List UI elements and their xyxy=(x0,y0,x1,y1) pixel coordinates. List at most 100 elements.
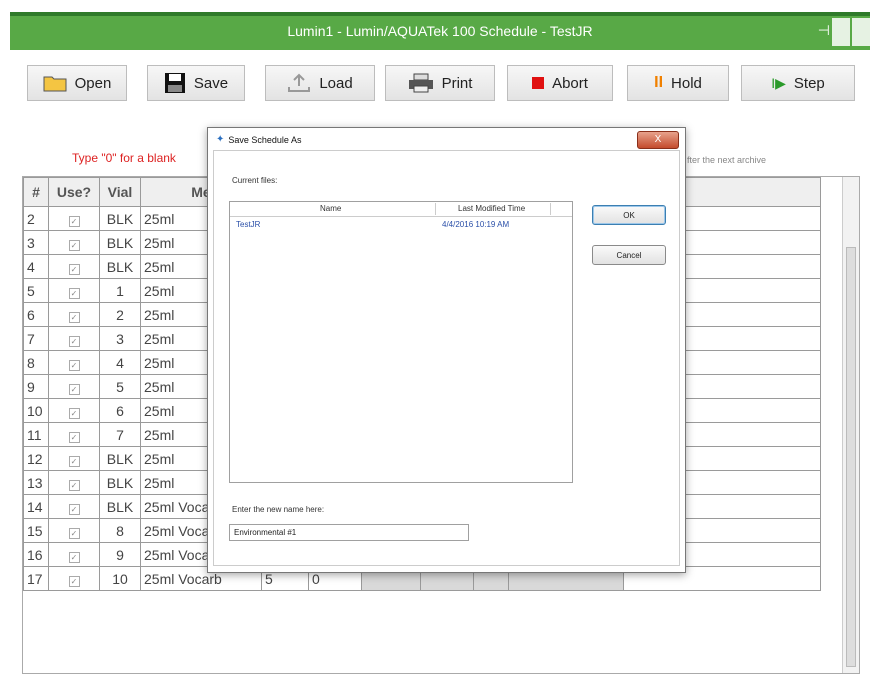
use-checkbox[interactable]: ✓ xyxy=(48,206,100,231)
upload-icon xyxy=(288,73,311,92)
checkbox-icon[interactable]: ✓ xyxy=(68,239,80,251)
vial-cell[interactable]: 2 xyxy=(99,302,141,327)
load-label: Load xyxy=(319,74,353,92)
load-button[interactable]: Load xyxy=(265,65,375,101)
vial-cell[interactable]: 8 xyxy=(99,518,141,543)
ok-button[interactable]: OK xyxy=(592,205,666,225)
use-checkbox[interactable]: ✓ xyxy=(48,566,100,591)
use-checkbox[interactable]: ✓ xyxy=(48,518,100,543)
vial-cell[interactable]: 1 xyxy=(99,278,141,303)
use-checkbox[interactable]: ✓ xyxy=(48,398,100,423)
vial-cell[interactable]: 9 xyxy=(99,542,141,567)
checkbox-icon[interactable]: ✓ xyxy=(68,455,80,467)
vial-cell[interactable]: BLK xyxy=(99,230,141,255)
row-number[interactable]: 16 xyxy=(23,542,49,567)
column-separator xyxy=(435,203,436,215)
vial-cell[interactable]: BLK xyxy=(99,254,141,279)
dialog-body: Current files: Name Last Modified Time T… xyxy=(213,150,680,566)
row-number[interactable]: 6 xyxy=(23,302,49,327)
use-checkbox[interactable]: ✓ xyxy=(48,278,100,303)
close-window-button[interactable] xyxy=(852,18,870,46)
checkbox-icon[interactable]: ✓ xyxy=(68,383,80,395)
step-button[interactable]: I▶ Step xyxy=(741,65,855,101)
row-number[interactable]: 5 xyxy=(23,278,49,303)
print-label: Print xyxy=(441,74,473,92)
checkbox-icon[interactable]: ✓ xyxy=(68,215,80,227)
checkbox-icon[interactable]: ✓ xyxy=(68,335,80,347)
save-label: Save xyxy=(193,74,229,92)
vial-cell[interactable]: BLK xyxy=(99,206,141,231)
row-number[interactable]: 2 xyxy=(23,206,49,231)
vial-cell[interactable]: 5 xyxy=(99,374,141,399)
checkbox-icon[interactable]: ✓ xyxy=(68,287,80,299)
save-button[interactable]: Save xyxy=(147,65,245,101)
current-files-label: Current files: xyxy=(232,176,278,185)
use-checkbox[interactable]: ✓ xyxy=(48,470,100,495)
row-number[interactable]: 4 xyxy=(23,254,49,279)
checkbox-icon[interactable]: ✓ xyxy=(68,431,80,443)
use-checkbox[interactable]: ✓ xyxy=(48,326,100,351)
vial-cell[interactable]: 7 xyxy=(99,422,141,447)
vial-cell[interactable]: 4 xyxy=(99,350,141,375)
row-number[interactable]: 12 xyxy=(23,446,49,471)
row-number[interactable]: 11 xyxy=(23,422,49,447)
row-number[interactable]: 14 xyxy=(23,494,49,519)
scrollbar-thumb[interactable] xyxy=(846,247,856,667)
modified-column-header[interactable]: Last Modified Time xyxy=(458,204,525,213)
printer-icon xyxy=(408,73,433,93)
checkbox-icon[interactable]: ✓ xyxy=(68,359,80,371)
file-row[interactable]: TestJR 4/4/2016 10:19 AM xyxy=(230,220,572,234)
checkbox-icon[interactable]: ✓ xyxy=(68,527,80,539)
checkbox-icon[interactable]: ✓ xyxy=(68,575,80,587)
checkbox-icon[interactable]: ✓ xyxy=(68,551,80,563)
window-title: Lumin1 - Lumin/AQUATek 100 Schedule - Te… xyxy=(287,23,593,39)
print-button[interactable]: Print xyxy=(385,65,495,101)
vertical-scrollbar[interactable] xyxy=(842,177,859,673)
row-number[interactable]: 8 xyxy=(23,350,49,375)
row-number[interactable]: 13 xyxy=(23,470,49,495)
use-checkbox[interactable]: ✓ xyxy=(48,494,100,519)
use-checkbox[interactable]: ✓ xyxy=(48,230,100,255)
checkbox-icon[interactable]: ✓ xyxy=(68,263,80,275)
hold-label: Hold xyxy=(671,74,702,92)
use-checkbox[interactable]: ✓ xyxy=(48,254,100,279)
cancel-button[interactable]: Cancel xyxy=(592,245,666,265)
use-checkbox[interactable]: ✓ xyxy=(48,446,100,471)
new-name-input[interactable] xyxy=(229,524,469,541)
row-number[interactable]: 7 xyxy=(23,326,49,351)
pin-icon[interactable]: ⊣ xyxy=(818,22,830,39)
checkbox-icon[interactable]: ✓ xyxy=(68,311,80,323)
vial-cell[interactable]: BLK xyxy=(99,494,141,519)
app-logo-icon: ✦ xyxy=(216,134,225,145)
use-checkbox[interactable]: ✓ xyxy=(48,374,100,399)
abort-button[interactable]: Abort xyxy=(507,65,613,101)
open-button[interactable]: Open xyxy=(27,65,127,101)
col-header-num: # xyxy=(23,177,49,207)
vial-cell[interactable]: BLK xyxy=(99,446,141,471)
dialog-close-button[interactable]: X xyxy=(637,131,679,149)
row-number[interactable]: 3 xyxy=(23,230,49,255)
file-modified-time: 4/4/2016 10:19 AM xyxy=(442,220,510,229)
vial-cell[interactable]: 3 xyxy=(99,326,141,351)
row-number[interactable]: 15 xyxy=(23,518,49,543)
minimize-button[interactable] xyxy=(832,18,850,46)
row-number[interactable]: 17 xyxy=(23,566,49,591)
use-checkbox[interactable]: ✓ xyxy=(48,422,100,447)
checkbox-icon[interactable]: ✓ xyxy=(68,479,80,491)
vial-cell[interactable]: 6 xyxy=(99,398,141,423)
name-column-header[interactable]: Name xyxy=(320,204,341,213)
dialog-title-bar: ✦ Save Schedule As xyxy=(216,134,301,145)
use-checkbox[interactable]: ✓ xyxy=(48,542,100,567)
row-number[interactable]: 10 xyxy=(23,398,49,423)
file-list-header: Name Last Modified Time xyxy=(230,202,572,217)
vial-cell[interactable]: 10 xyxy=(99,566,141,591)
row-number[interactable]: 9 xyxy=(23,374,49,399)
use-checkbox[interactable]: ✓ xyxy=(48,350,100,375)
hold-button[interactable]: II Hold xyxy=(627,65,729,101)
vial-cell[interactable]: BLK xyxy=(99,470,141,495)
checkbox-icon[interactable]: ✓ xyxy=(68,407,80,419)
checkbox-icon[interactable]: ✓ xyxy=(68,503,80,515)
archive-hint: fter the next archive xyxy=(687,155,767,165)
file-list[interactable]: Name Last Modified Time TestJR 4/4/2016 … xyxy=(229,201,573,483)
use-checkbox[interactable]: ✓ xyxy=(48,302,100,327)
